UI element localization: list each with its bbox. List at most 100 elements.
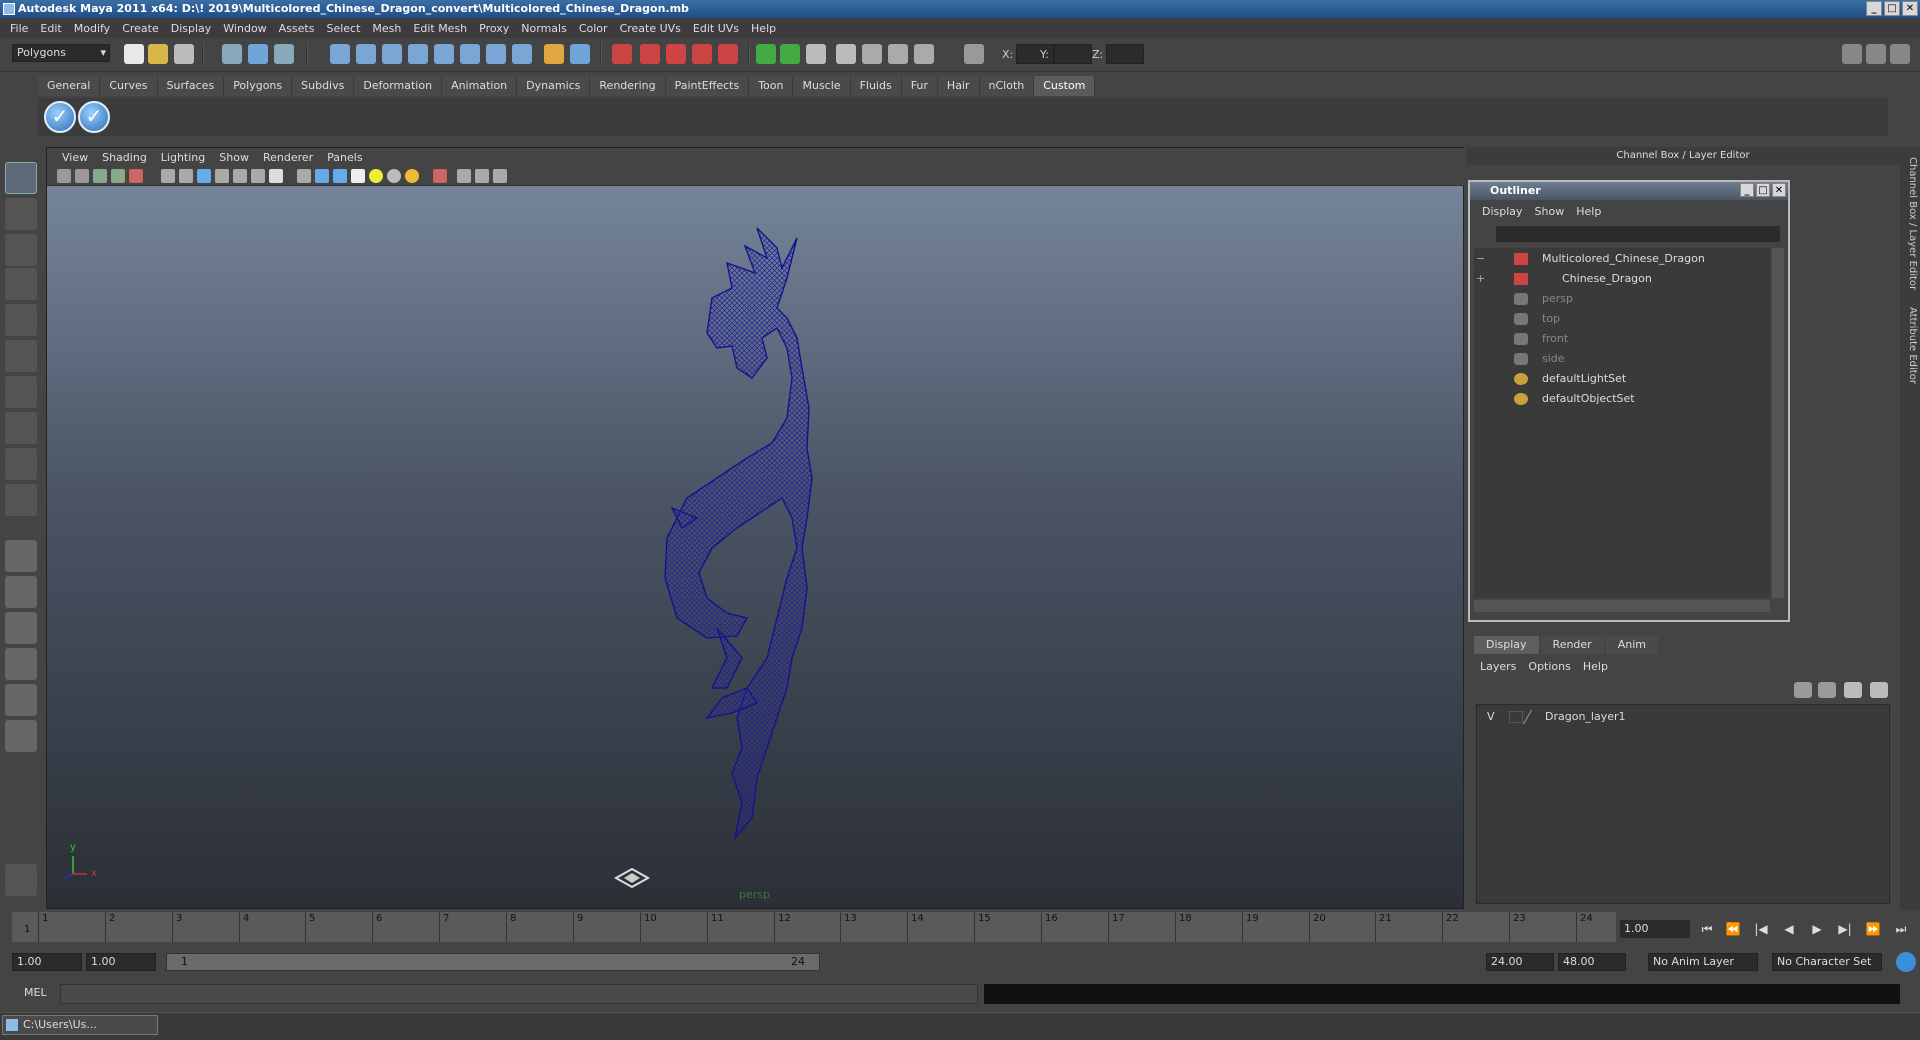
outliner-item[interactable]: + Chinese_Dragon xyxy=(1476,270,1766,288)
scale-tool-icon[interactable] xyxy=(5,340,37,372)
safe-title-icon[interactable] xyxy=(269,169,283,183)
minimized-window[interactable]: C:\Users\Us... xyxy=(2,1015,158,1035)
go-to-end-button[interactable]: ⏭ xyxy=(1890,920,1912,938)
render-settings-icon[interactable] xyxy=(666,44,686,64)
minimize-button[interactable]: _ xyxy=(1866,1,1882,16)
shelf-tab-curves[interactable]: Curves xyxy=(100,76,158,96)
outliner-item[interactable]: side xyxy=(1476,350,1766,368)
input-lock-icon[interactable] xyxy=(544,44,564,64)
outliner-close-button[interactable]: ✕ xyxy=(1772,183,1786,197)
save-scene-icon[interactable] xyxy=(174,44,194,64)
shelf-tab-toon[interactable]: Toon xyxy=(749,76,794,96)
2d-pan-icon[interactable] xyxy=(129,169,143,183)
use-lights-icon[interactable] xyxy=(369,169,383,183)
collapse-icon[interactable]: − xyxy=(1476,250,1485,268)
hypershade-icon[interactable] xyxy=(692,44,712,64)
play-backwards-button[interactable]: ◀ xyxy=(1778,920,1800,938)
help-icon[interactable] xyxy=(512,44,532,64)
select-hierarchy-icon[interactable] xyxy=(222,44,242,64)
paint-select-tool-icon[interactable] xyxy=(5,234,37,266)
animation-end-field[interactable]: 48.00 xyxy=(1558,953,1626,971)
grid-icon[interactable] xyxy=(161,169,175,183)
play-forwards-button[interactable]: ▶ xyxy=(1806,920,1828,938)
shelf-tab-fluids[interactable]: Fluids xyxy=(850,76,902,96)
range-slider-bar[interactable]: 1 24 xyxy=(166,953,820,971)
ipr-render-icon[interactable] xyxy=(640,44,660,64)
menu-normals[interactable]: Normals xyxy=(515,22,573,35)
select-object-icon[interactable] xyxy=(248,44,268,64)
shelf-tab-rendering[interactable]: Rendering xyxy=(590,76,666,96)
anim-layer-dropdown[interactable]: No Anim Layer xyxy=(1648,953,1758,971)
shelf-tab-general[interactable]: General xyxy=(38,76,101,96)
select-tool-icon[interactable] xyxy=(5,162,37,194)
outliner-menu-help[interactable]: Help xyxy=(1570,205,1607,218)
view-cube-icon[interactable] xyxy=(612,866,652,890)
outliner-item[interactable]: front xyxy=(1476,330,1766,348)
image-plane-icon[interactable] xyxy=(111,169,125,183)
command-language-label[interactable]: MEL xyxy=(24,986,47,999)
camera-tools-icon[interactable] xyxy=(836,44,856,64)
shelf-tab-painteffects[interactable]: PaintEffects xyxy=(665,76,750,96)
expand-icon[interactable]: + xyxy=(1476,270,1485,288)
toggle-panel2-icon[interactable] xyxy=(780,44,800,64)
shelf-tab-custom[interactable]: Custom xyxy=(1034,76,1096,96)
wireframe-on-shaded-icon[interactable] xyxy=(333,169,347,183)
soft-modification-icon[interactable] xyxy=(5,412,37,444)
move-layer-down-icon[interactable] xyxy=(1818,682,1836,698)
go-to-start-button[interactable]: ⏮ xyxy=(1696,920,1718,938)
step-back-key-button[interactable]: ⏪ xyxy=(1722,920,1744,938)
menu-create[interactable]: Create xyxy=(116,22,165,35)
toggle-attribute-editor-icon[interactable] xyxy=(1842,44,1862,64)
character-set-dropdown[interactable]: No Character Set xyxy=(1772,953,1882,971)
menu-mesh[interactable]: Mesh xyxy=(366,22,407,35)
shelf-tab-subdivs[interactable]: Subdivs xyxy=(292,76,355,96)
layer-visibility-toggle[interactable]: V xyxy=(1487,709,1495,725)
layer-menu-help[interactable]: Help xyxy=(1577,658,1614,676)
new-empty-layer-icon[interactable] xyxy=(1844,682,1862,698)
isolate-select-icon[interactable] xyxy=(433,169,447,183)
last-tool-icon[interactable] xyxy=(5,484,37,516)
shadows-icon[interactable] xyxy=(387,169,401,183)
shelf-check-button-1[interactable]: ✓ xyxy=(44,101,76,133)
history-icon[interactable] xyxy=(570,44,590,64)
layer-tab-render[interactable]: Render xyxy=(1540,636,1604,654)
menu-set-dropdown[interactable]: Polygons ▾ xyxy=(12,44,110,62)
snap-plane-icon[interactable] xyxy=(408,44,428,64)
render-view-icon[interactable] xyxy=(718,44,738,64)
outliner-menu-show[interactable]: Show xyxy=(1529,205,1571,218)
move-layer-up-icon[interactable] xyxy=(1794,682,1812,698)
playback-end-field[interactable]: 24.00 xyxy=(1486,953,1554,971)
auto-key-icon[interactable] xyxy=(1896,952,1916,972)
menu-display[interactable]: Display xyxy=(165,22,218,35)
toggle-panel-icon[interactable] xyxy=(756,44,776,64)
menu-window[interactable]: Window xyxy=(217,22,272,35)
shelf-check-button-2[interactable]: ✓ xyxy=(78,101,110,133)
layer-type-toggle[interactable] xyxy=(1509,711,1523,723)
snap-grid-icon[interactable] xyxy=(330,44,350,64)
shelf-tab-fur[interactable]: Fur xyxy=(901,76,938,96)
outliner-horizontal-scrollbar[interactable] xyxy=(1474,600,1770,612)
vp-menu-shading[interactable]: Shading xyxy=(95,151,154,164)
textured-icon[interactable] xyxy=(351,169,365,183)
shelf-tab-ncloth[interactable]: nCloth xyxy=(979,76,1035,96)
layer-menu-options[interactable]: Options xyxy=(1522,658,1576,676)
playback-start-field[interactable]: 1.00 xyxy=(86,953,156,971)
z-field[interactable] xyxy=(1106,44,1144,64)
four-view-layout-icon[interactable] xyxy=(5,576,37,608)
high-quality-icon[interactable] xyxy=(405,169,419,183)
render-current-icon[interactable] xyxy=(612,44,632,64)
absolute-transform-icon[interactable] xyxy=(964,44,984,64)
side-tab-attribute-editor[interactable]: Attribute Editor xyxy=(1902,307,1918,384)
menu-proxy[interactable]: Proxy xyxy=(473,22,515,35)
snap-curve-icon[interactable] xyxy=(356,44,376,64)
rotate-tool-icon[interactable] xyxy=(5,304,37,336)
open-scene-icon[interactable] xyxy=(148,44,168,64)
menu-edit[interactable]: Edit xyxy=(34,22,67,35)
resolution-gate-icon[interactable] xyxy=(197,169,211,183)
camera-attributes-icon[interactable] xyxy=(75,169,89,183)
persp-graph-layout-icon[interactable] xyxy=(5,648,37,680)
menu-help[interactable]: Help xyxy=(745,22,782,35)
persp-outliner-layout-icon[interactable] xyxy=(5,612,37,644)
animation-start-field[interactable]: 1.00 xyxy=(12,953,82,971)
universal-manipulator-icon[interactable] xyxy=(5,376,37,408)
